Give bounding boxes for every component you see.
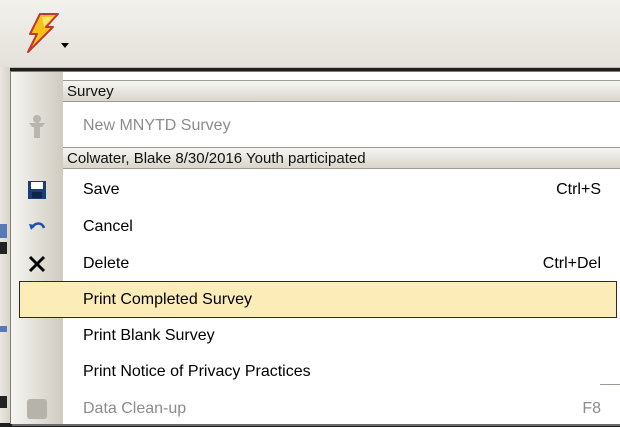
menu-item-delete[interactable]: Delete Ctrl+Del	[11, 245, 620, 282]
background-fragment	[0, 224, 7, 238]
menu-item-shortcut: F8	[582, 400, 601, 417]
menu-section-header-survey: Survey	[63, 80, 620, 102]
menu-item-save[interactable]: Save Ctrl+S	[11, 171, 620, 208]
menu-section-header-record: Colwater, Blake 8/30/2016 Youth particip…	[63, 147, 620, 169]
menu-item-label: Print Blank Survey	[83, 327, 215, 344]
background-window-edge	[0, 67, 10, 423]
menu-item-data-cleanup[interactable]: Data Clean-up F8	[11, 390, 620, 427]
menu-item-shortcut: Ctrl+S	[556, 181, 601, 198]
menu-item-label: Print Completed Survey	[83, 291, 252, 308]
background-fragment	[0, 326, 7, 332]
background-fragment	[0, 396, 7, 408]
menu-item-label: Delete	[83, 255, 130, 272]
caret-down-icon	[61, 43, 69, 48]
app-menu-button[interactable]	[18, 8, 69, 58]
background-fragment	[0, 242, 7, 254]
menu-item-label: New MNYTD Survey	[83, 117, 231, 134]
menu-item-label: Save	[83, 181, 120, 198]
menu-item-cancel[interactable]: Cancel	[11, 208, 620, 245]
menu-item-print-completed-survey[interactable]: Print Completed Survey	[19, 281, 617, 318]
menu-item-new-survey[interactable]: New MNYTD Survey	[11, 107, 620, 144]
undo-arrow-icon	[11, 208, 63, 245]
menu-item-print-blank-survey[interactable]: Print Blank Survey	[11, 317, 620, 354]
menu-item-label: Print Notice of Privacy Practices	[83, 363, 311, 380]
menu-item-print-privacy-notice[interactable]: Print Notice of Privacy Practices	[11, 353, 620, 390]
menu-item-label: Cancel	[83, 218, 133, 235]
x-icon	[11, 245, 63, 282]
lightning-bolt-icon	[27, 13, 59, 53]
floppy-disk-icon	[11, 171, 63, 208]
menu-item-shortcut: Ctrl+Del	[542, 255, 601, 272]
toolbar	[0, 0, 620, 68]
divider	[600, 384, 620, 385]
person-figure-icon	[11, 107, 63, 144]
gray-square-icon	[11, 390, 63, 427]
context-menu: Survey New MNYTD Survey Colwater, Blake …	[10, 71, 620, 424]
menu-item-label: Data Clean-up	[83, 400, 187, 417]
